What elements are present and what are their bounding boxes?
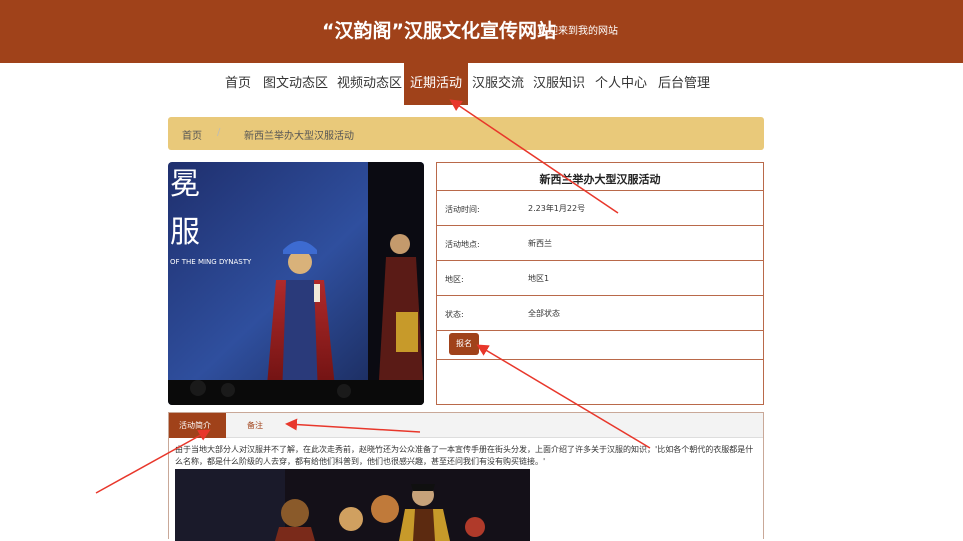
breadcrumb-separator: /	[217, 127, 221, 138]
activity-row-empty	[437, 359, 763, 405]
nav-item-home[interactable]: 首页	[219, 63, 257, 105]
activity-status-label: 状态:	[445, 310, 464, 319]
activity-row-signup	[437, 330, 763, 358]
activity-row-region: 地区: 地区1	[437, 260, 763, 295]
nav-item-hanfu-exchange[interactable]: 汉服交流	[466, 63, 530, 105]
activity-region-value: 地区1	[528, 274, 550, 283]
description-photo	[175, 469, 530, 541]
activity-tabs: 活动简介 备注 由于当地大部分人对汉服并不了解，在此次走秀前，赵晓竹还为公众准备…	[168, 412, 764, 541]
activity-region-label: 地区:	[445, 275, 464, 284]
breadcrumb: 首页 / 新西兰举办大型汉服活动	[168, 117, 764, 150]
activity-location-value: 新西兰	[528, 239, 552, 248]
activity-info-panel: 新西兰举办大型汉服活动 活动时间: 2.23年1月22号 活动地点: 新西兰 地…	[436, 162, 764, 405]
activity-description: 由于当地大部分人对汉服并不了解，在此次走秀前，赵晓竹还为公众准备了一本宣传手册在…	[175, 445, 754, 466]
activity-time-label: 活动时间:	[445, 205, 480, 214]
event-photo: 冕 服 OF THE MING DYNASTY	[168, 162, 424, 405]
site-subtitle: 欢迎来到我的网站	[538, 26, 618, 37]
main-nav: 首页 图文动态区 视频动态区 近期活动 汉服交流 汉服知识 个人中心 后台管理	[0, 63, 963, 105]
breadcrumb-home[interactable]: 首页	[182, 127, 202, 142]
tab-bar: 活动简介 备注	[169, 413, 763, 438]
site-header: “汉韵阁”汉服文化宣传网站 欢迎来到我的网站	[0, 0, 963, 63]
activity-row-location: 活动地点: 新西兰	[437, 225, 763, 260]
nav-item-admin[interactable]: 后台管理	[652, 63, 716, 105]
site-title: “汉韵阁”汉服文化宣传网站	[322, 20, 556, 42]
description-photo-image	[175, 469, 530, 541]
activity-row-time: 活动时间: 2.23年1月22号	[437, 190, 763, 225]
photo-text-1: 冕	[170, 167, 200, 202]
activity-status-value: 全部状态	[528, 309, 560, 318]
signup-button[interactable]: 报名	[449, 333, 479, 355]
tab-remarks[interactable]: 备注	[237, 413, 273, 438]
photo-caption: OF THE MING DYNASTY	[170, 258, 252, 266]
activity-location-label: 活动地点:	[445, 240, 480, 249]
nav-item-recent-events[interactable]: 近期活动	[404, 63, 469, 105]
activity-time-value: 2.23年1月22号	[528, 204, 586, 213]
tab-activity-intro[interactable]: 活动简介	[169, 413, 226, 438]
activity-row-status: 状态: 全部状态	[437, 295, 763, 330]
breadcrumb-current: 新西兰举办大型汉服活动	[244, 131, 354, 142]
event-photo-image: 冕 服 OF THE MING DYNASTY	[168, 162, 424, 405]
nav-item-personal-center[interactable]: 个人中心	[589, 63, 653, 105]
activity-title: 新西兰举办大型汉服活动	[539, 173, 661, 186]
nav-item-image-news[interactable]: 图文动态区	[257, 63, 334, 105]
photo-text-2: 服	[170, 215, 200, 250]
nav-item-video-news[interactable]: 视频动态区	[331, 63, 408, 105]
nav-item-hanfu-knowledge[interactable]: 汉服知识	[527, 63, 591, 105]
